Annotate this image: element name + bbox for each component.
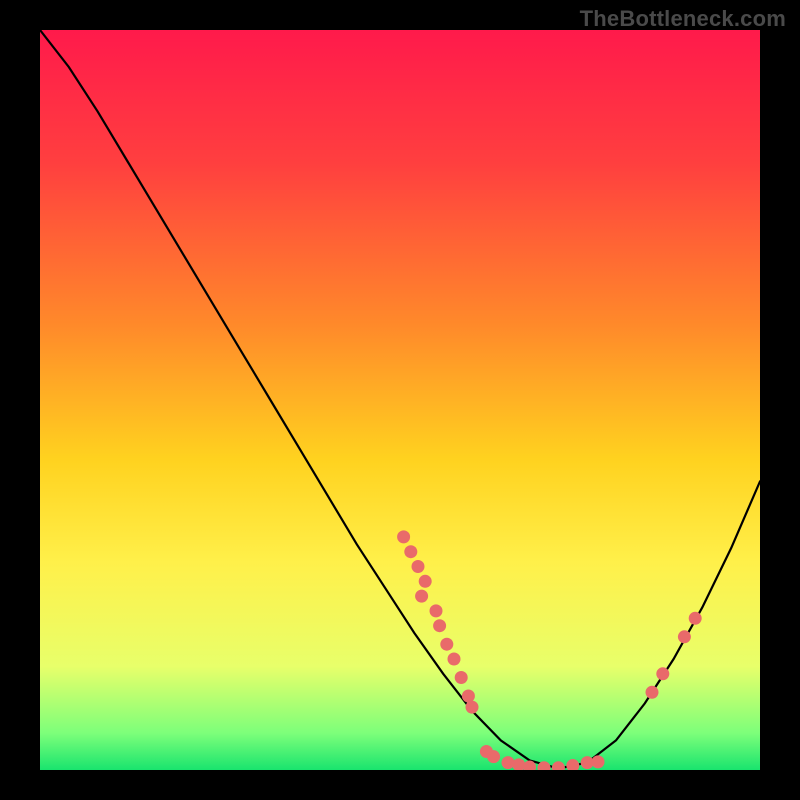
data-dot bbox=[412, 560, 425, 573]
bottleneck-chart bbox=[40, 30, 760, 770]
data-dot bbox=[487, 750, 500, 763]
data-dot bbox=[397, 530, 410, 543]
data-dot bbox=[462, 690, 475, 703]
data-dot bbox=[430, 604, 443, 617]
data-dot bbox=[656, 667, 669, 680]
gradient-background bbox=[40, 30, 760, 770]
data-dot bbox=[455, 671, 468, 684]
data-dot bbox=[502, 756, 515, 769]
data-dot bbox=[592, 755, 605, 768]
data-dot bbox=[433, 619, 446, 632]
data-dot bbox=[419, 575, 432, 588]
data-dot bbox=[646, 686, 659, 699]
data-dot bbox=[404, 545, 417, 558]
data-dot bbox=[448, 653, 461, 666]
data-dot bbox=[689, 612, 702, 625]
data-dot bbox=[415, 590, 428, 603]
data-dot bbox=[678, 630, 691, 643]
data-dot bbox=[466, 701, 479, 714]
data-dot bbox=[440, 638, 453, 651]
watermark-label: TheBottleneck.com bbox=[580, 6, 786, 32]
chart-frame: TheBottleneck.com bbox=[0, 0, 800, 800]
